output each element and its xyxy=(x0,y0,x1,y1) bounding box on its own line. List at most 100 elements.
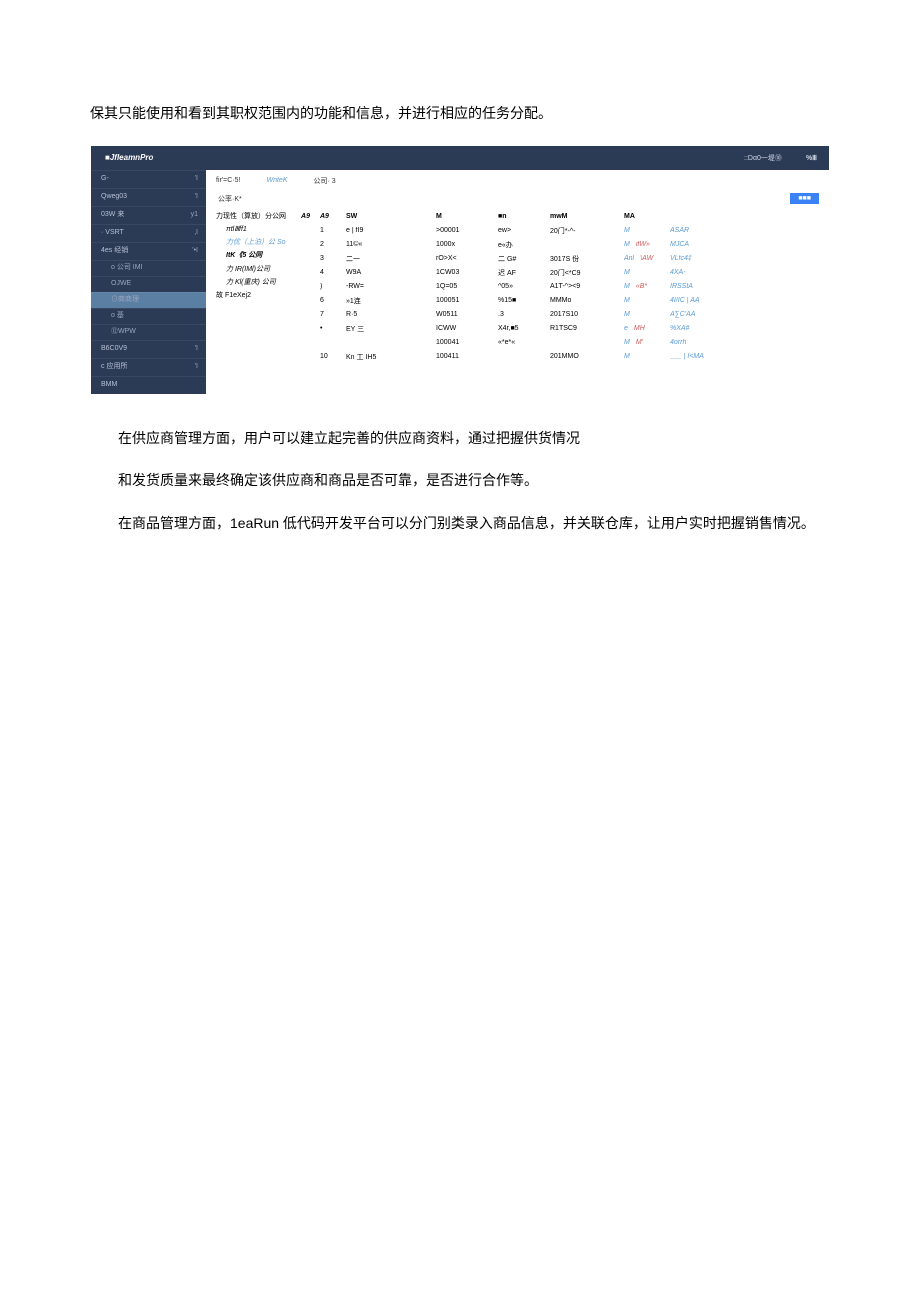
table-cell: »1连 xyxy=(346,296,436,306)
paragraph-1: 保其只能使用和看到其职权范围内的功能和信息，并进行相应的任务分配。 xyxy=(90,100,830,127)
row-action[interactable]: Anl xyxy=(624,255,634,262)
tree-node-2[interactable]: ItK《5 公同 xyxy=(214,249,310,262)
table-cell: • xyxy=(320,325,346,332)
row-action-link[interactable]: A∑C'AA xyxy=(670,311,695,318)
tree-node-1[interactable]: 力优（上泊）公 So xyxy=(214,236,310,249)
table-cell: 4 xyxy=(320,269,346,276)
table-cell: 100041 xyxy=(436,339,498,346)
sidebar-item-label: o 基 xyxy=(111,308,124,324)
row-action[interactable]: M xyxy=(624,311,630,318)
table-cell: >00001 xyxy=(436,227,498,234)
row-action-link[interactable]: MJCA xyxy=(670,241,689,248)
sidebar-item-1[interactable]: Qweg03'I xyxy=(91,188,206,206)
sidebar-item-8[interactable]: o 基 xyxy=(91,308,206,324)
row-action-link[interactable]: ASAR xyxy=(670,227,689,234)
table-cell: 201MMO xyxy=(550,353,624,360)
sidebar-item-4[interactable]: 4es 经销 '•I xyxy=(91,242,206,260)
sidebar-item-label: Qweg03 xyxy=(101,188,127,206)
chevron-icon: '•I xyxy=(192,242,198,260)
table-cell: 100051 xyxy=(436,297,498,304)
tab-2[interactable]: WnteK xyxy=(266,177,287,184)
table-cell: e MH xyxy=(624,325,670,332)
table-cell: 二 G# xyxy=(498,254,550,264)
table-cell: 1CW03 xyxy=(436,269,498,276)
sidebar-item-2[interactable]: 03W 来y1 xyxy=(91,206,206,224)
row-action[interactable]: M xyxy=(624,227,630,234)
table-cell: ___ | I<MA xyxy=(670,353,730,360)
row-action[interactable]: MH xyxy=(634,325,645,332)
row-action[interactable]: M xyxy=(624,269,630,276)
paragraph-3: 和发货质量来最终确定该供应商和商品是否可靠，是否进行合作等。 xyxy=(90,467,830,494)
table-cell: 20门*-^- xyxy=(550,226,624,236)
row-action[interactable]: M xyxy=(624,339,630,346)
table-cell: 4orrh xyxy=(670,339,730,346)
sidebar-item-7[interactable]: ⊙商商理 xyxy=(91,292,206,308)
table-cell: 4I/IC | AA xyxy=(670,297,730,304)
table-cell: 100411 xyxy=(436,353,498,360)
sidebar-item-11[interactable]: c 应用所'I xyxy=(91,358,206,376)
row-action[interactable]: «B* xyxy=(636,283,647,290)
row-action-link[interactable]: ___ | I<MA xyxy=(670,353,704,360)
tab-bar: fir'=C·5! WnteK 公司· 3 xyxy=(206,170,829,190)
row-action-link[interactable]: %XA# xyxy=(670,325,689,332)
sidebar-item-9[interactable]: ⑫WPW xyxy=(91,324,206,340)
row-action[interactable]: ifW» xyxy=(636,241,650,248)
row-action[interactable]: M xyxy=(624,241,630,248)
row-action[interactable]: M' xyxy=(636,339,643,346)
sidebar-item-6[interactable]: OJWE xyxy=(91,276,206,292)
table-cell: %XA# xyxy=(670,325,730,332)
row-action-link[interactable]: 4I/IC | AA xyxy=(670,297,700,304)
table-cell: W9A xyxy=(346,269,436,276)
table-cell: ) xyxy=(320,283,346,290)
row-action[interactable]: M xyxy=(624,353,630,360)
sidebar-item-label: 4es 经销 xyxy=(101,242,128,260)
sidebar-item-12[interactable]: BMM xyxy=(91,376,206,394)
table-cell: %15■ xyxy=(498,297,550,304)
app-brand: ■JfleamnPro xyxy=(91,146,206,170)
org-tree: 力现性（算放）分公网A9 πtlⅢff1力优（上泊）公 SoItK《5 公同力 … xyxy=(214,210,310,364)
chevron-icon: 'I xyxy=(195,358,198,376)
sidebar-item-label: OJWE xyxy=(111,276,131,292)
table-cell: W0511 xyxy=(436,311,498,318)
sidebar-item-label: ⑫WPW xyxy=(111,324,136,340)
table-cell: M xyxy=(624,311,670,318)
subtab-active[interactable]: 公率·K* xyxy=(212,192,248,206)
table-cell: M xyxy=(624,297,670,304)
table-cell: Kn 工 IH5 xyxy=(346,352,436,362)
table-cell: 1000x xyxy=(436,241,498,248)
header-text-2: %Ⅲ xyxy=(806,154,817,162)
tree-node-3[interactable]: 力 IR(IMl)公司 xyxy=(214,263,310,276)
tree-node-4[interactable]: 力 Kl(重庆) 公司 xyxy=(214,276,310,289)
row-action[interactable]: \AW xyxy=(640,255,653,262)
chevron-icon: 'I xyxy=(195,170,198,188)
table-cell: «*e*« xyxy=(498,339,550,346)
tab-1[interactable]: fir'=C·5! xyxy=(216,177,240,184)
table-cell: 20门<*C9 xyxy=(550,268,624,278)
tree-root[interactable]: 力现性（算放）分公网A9 xyxy=(214,210,310,223)
sidebar-item-5[interactable]: o 公司 IMI xyxy=(91,260,206,276)
table-row: )-RW=1Q=05^05»A1T-^><9M«B*IRSStA xyxy=(320,280,821,294)
row-action[interactable]: M xyxy=(624,283,630,290)
row-action-link[interactable]: IRSStA xyxy=(670,283,693,290)
table-cell: X4r,■5 xyxy=(498,325,550,332)
table-row: 7 R·5W0511.32017S10MA∑C'AA xyxy=(320,308,821,322)
row-action-link[interactable]: 4orrh xyxy=(670,339,686,346)
row-action-link[interactable]: 4XA- xyxy=(670,269,686,276)
sidebar-item-label: ⊙商商理 xyxy=(111,292,139,308)
table-cell: 迟 AF xyxy=(498,268,550,278)
sidebar-item-3[interactable]: · VSRT‚I xyxy=(91,224,206,242)
sidebar-item-10[interactable]: B6C0V9'I xyxy=(91,340,206,358)
tree-node-0[interactable]: πtlⅢff1 xyxy=(214,223,310,236)
table-row: 1e | fI9>00001ew>20门*-^-MASAR xyxy=(320,224,821,238)
row-action[interactable]: M xyxy=(624,297,630,304)
tab-3[interactable]: 公司· 3 xyxy=(314,176,336,186)
table-cell: 4XA- xyxy=(670,269,730,276)
search-button[interactable]: ■■■ xyxy=(790,193,819,204)
col-header-5: MA xyxy=(624,213,670,220)
table-cell: 11©« xyxy=(346,241,436,248)
sidebar: G-'IQweg03'I03W 来y1· VSRT‚I4es 经销'•Io 公司… xyxy=(91,170,206,394)
tree-footer: 故 F1eXej2 xyxy=(214,289,310,302)
row-action-link[interactable]: VLfc4‡ xyxy=(670,255,692,262)
row-action[interactable]: e xyxy=(624,325,628,332)
sidebar-item-0[interactable]: G-'I xyxy=(91,170,206,188)
